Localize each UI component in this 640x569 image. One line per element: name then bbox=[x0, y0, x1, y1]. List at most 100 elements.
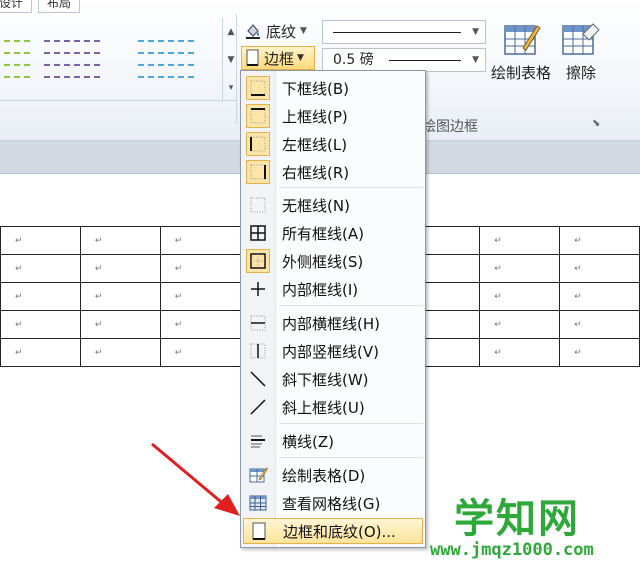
table-cell[interactable]: ↵ bbox=[0, 254, 81, 283]
menu-item-border-right[interactable]: 右框线(R) bbox=[243, 159, 423, 185]
border-bottom-icon bbox=[246, 76, 270, 100]
menu-item-label: 内部横框线(H) bbox=[282, 314, 380, 333]
table-cell[interactable]: ↵ bbox=[159, 226, 241, 255]
menu-item-border-inside-vertical[interactable]: 内部竖框线(V) bbox=[243, 338, 423, 364]
table-cell[interactable]: ↵ bbox=[79, 282, 161, 311]
cell-end-mark: ↵ bbox=[94, 291, 103, 302]
table-cell[interactable]: ↵ bbox=[159, 310, 241, 339]
table-cell[interactable]: ↵ bbox=[559, 338, 640, 367]
menu-item-label: 内部框线(I) bbox=[282, 280, 359, 299]
cell-end-mark: ↵ bbox=[174, 263, 183, 274]
menu-item-label: 边框和底纹(O)... bbox=[283, 522, 396, 541]
table-cell[interactable]: ↵ bbox=[559, 310, 640, 339]
menu-item-borders-shading[interactable]: 边框和底纹(O)... bbox=[243, 518, 423, 544]
line-style-sample bbox=[333, 32, 461, 33]
group-separator-horizontal bbox=[0, 100, 236, 101]
cell-end-mark: ↵ bbox=[574, 319, 582, 330]
draw-table-button[interactable]: 绘制表格 bbox=[486, 20, 556, 90]
menu-item-border-inside[interactable]: 内部框线(I) bbox=[243, 276, 423, 302]
table-cell[interactable]: ↵ bbox=[479, 338, 561, 367]
table-styles-gallery[interactable] bbox=[0, 22, 222, 100]
table-cell[interactable]: ↵ bbox=[79, 310, 161, 339]
menu-item-border-left[interactable]: 左框线(L) bbox=[243, 131, 423, 157]
table-cell[interactable]: ↵ bbox=[79, 338, 161, 367]
line-weight-dropdown[interactable]: 0.5 磅 ▼ bbox=[322, 48, 486, 72]
chevron-down-icon: ▼ bbox=[472, 55, 479, 65]
border-inside-icon bbox=[246, 277, 270, 301]
menu-item-label: 绘制表格(D) bbox=[282, 466, 366, 485]
table-cell[interactable]: ↵ bbox=[479, 282, 561, 311]
eraser-icon bbox=[562, 23, 600, 55]
borders-button[interactable]: 边框 ▼ bbox=[241, 46, 315, 70]
menu-separator bbox=[279, 457, 423, 458]
table-cell[interactable]: ↵ bbox=[159, 254, 241, 283]
table-cell[interactable]: ↵ bbox=[159, 282, 241, 311]
table-cell[interactable]: ↵ bbox=[0, 282, 81, 311]
shading-label: 底纹 bbox=[266, 22, 297, 41]
tab-design[interactable]: 设计 bbox=[0, 0, 33, 13]
paint-bucket-icon bbox=[246, 24, 260, 39]
menu-item-border-all[interactable]: 所有框线(A) bbox=[243, 220, 423, 246]
table-style-green[interactable] bbox=[0, 28, 34, 88]
line-weight-sample bbox=[389, 60, 461, 61]
menu-item-label: 上框线(P) bbox=[282, 107, 348, 126]
table-cell[interactable]: ↵ bbox=[159, 338, 241, 367]
table-cell[interactable]: ↵ bbox=[479, 226, 561, 255]
table-cell[interactable]: ↵ bbox=[79, 226, 161, 255]
table-cell[interactable]: ↵ bbox=[559, 282, 640, 311]
table-cell[interactable]: ↵ bbox=[0, 338, 81, 367]
border-icon bbox=[246, 49, 259, 66]
menu-item-border-none[interactable]: 无框线(N) bbox=[243, 192, 423, 218]
line-style-dropdown[interactable]: ▼ bbox=[322, 20, 486, 44]
diagonal-up-icon bbox=[246, 395, 270, 419]
table-cell[interactable]: ↵ bbox=[559, 254, 640, 283]
menu-item-border-top[interactable]: 上框线(P) bbox=[243, 103, 423, 129]
border-left-icon bbox=[246, 132, 270, 156]
cell-end-mark: ↵ bbox=[174, 319, 183, 330]
border-inside-vertical-icon bbox=[246, 339, 270, 363]
table-style-purple[interactable] bbox=[40, 28, 104, 88]
table-style-blue[interactable] bbox=[134, 28, 198, 88]
eraser-label: 擦除 bbox=[565, 64, 596, 82]
draw-table-icon bbox=[246, 463, 270, 487]
table-cell[interactable]: ↵ bbox=[79, 254, 161, 283]
borders-shading-icon bbox=[247, 519, 271, 543]
table-cell[interactable]: ↵ bbox=[479, 310, 561, 339]
watermark-title: 学知网 bbox=[454, 496, 580, 542]
view-gridlines-icon bbox=[246, 491, 270, 515]
table-cell[interactable]: ↵ bbox=[559, 226, 640, 255]
draw-borders-group-label: 绘图边框 bbox=[422, 119, 478, 135]
cell-end-mark: ↵ bbox=[174, 291, 183, 302]
borders-dropdown-menu: 下框线(B) 上框线(P) 左框线(L) 右框线(R) 无框线(N) 所有框线(A) 外侧框… bbox=[240, 70, 426, 548]
menu-item-diagonal-down[interactable]: 斜下框线(W) bbox=[243, 366, 423, 392]
menu-item-label: 横线(Z) bbox=[282, 432, 334, 451]
cell-end-mark: ↵ bbox=[15, 291, 23, 302]
menu-item-border-bottom[interactable]: 下框线(B) bbox=[243, 75, 423, 101]
table-cell[interactable]: ↵ bbox=[0, 226, 81, 255]
menu-item-label: 斜下框线(W) bbox=[282, 370, 369, 389]
chevron-down-icon: ▼ bbox=[297, 53, 304, 63]
shading-button[interactable]: 底纹 ▼ bbox=[244, 20, 307, 42]
menu-item-diagonal-up[interactable]: 斜上框线(U) bbox=[243, 394, 423, 420]
tab-layout[interactable]: 布局 bbox=[38, 0, 81, 13]
table-cell[interactable]: ↵ bbox=[479, 254, 561, 283]
cell-end-mark: ↵ bbox=[574, 347, 582, 358]
horizontal-line-icon bbox=[246, 429, 270, 453]
menu-item-border-outside[interactable]: 外侧框线(S) bbox=[243, 248, 423, 274]
menu-item-horizontal-line[interactable]: 横线(Z) bbox=[243, 428, 423, 454]
menu-item-view-gridlines[interactable]: 查看网格线(G) bbox=[243, 490, 423, 516]
menu-separator bbox=[279, 187, 423, 188]
borders-label: 边框 bbox=[264, 49, 295, 68]
border-inside-horizontal-icon bbox=[246, 311, 270, 335]
cell-end-mark: ↵ bbox=[15, 235, 23, 246]
menu-item-border-inside-horizontal[interactable]: 内部横框线(H) bbox=[243, 310, 423, 336]
eraser-button[interactable]: 擦除 bbox=[560, 20, 602, 90]
menu-item-draw-table[interactable]: 绘制表格(D) bbox=[243, 462, 423, 488]
cell-end-mark: ↵ bbox=[494, 347, 502, 358]
group-separator bbox=[236, 14, 237, 124]
cell-end-mark: ↵ bbox=[574, 291, 582, 302]
dialog-launcher-icon[interactable]: ⬊ bbox=[592, 118, 600, 129]
table-cell[interactable]: ↵ bbox=[0, 310, 81, 339]
cell-end-mark: ↵ bbox=[15, 319, 23, 330]
chevron-down-icon: ▼ bbox=[300, 26, 307, 36]
